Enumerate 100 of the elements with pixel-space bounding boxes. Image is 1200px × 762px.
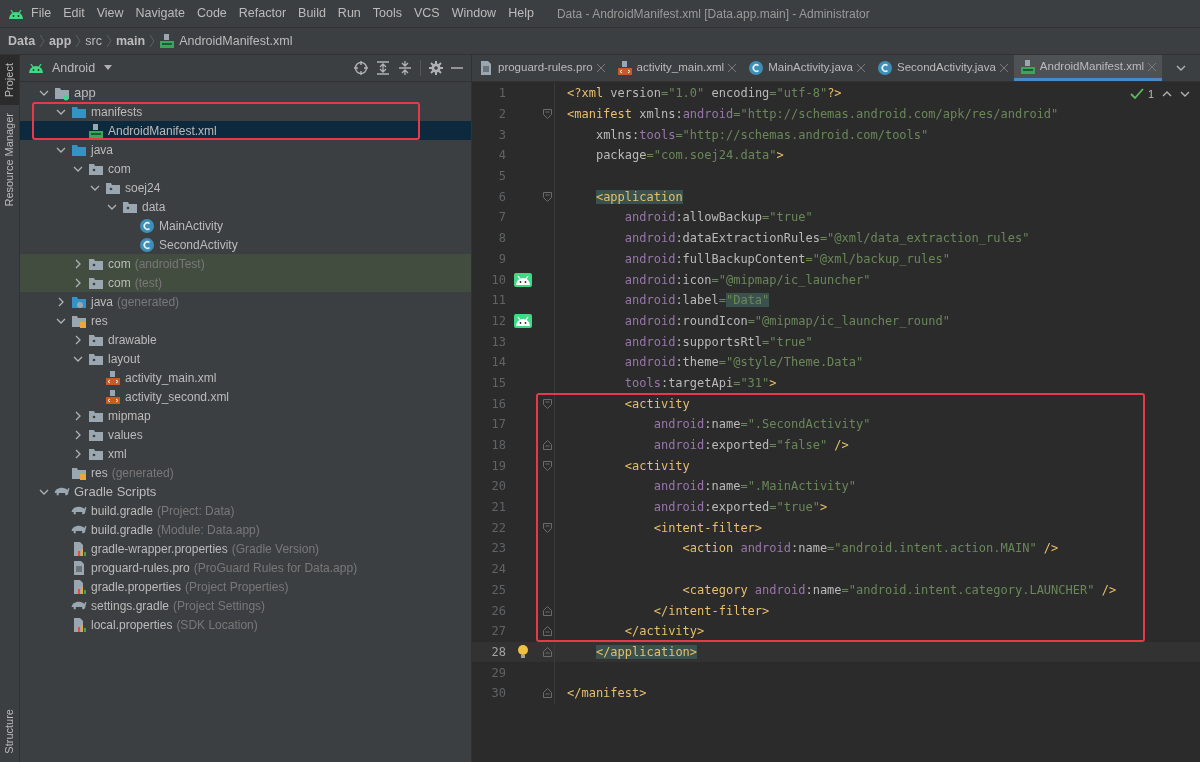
tree-item-hint: (ProGuard Rules for Data.app) <box>193 559 358 577</box>
tree-item[interactable]: MainActivity <box>20 216 471 235</box>
tree-item-label: com <box>108 274 131 292</box>
tree-item[interactable]: drawable <box>20 330 471 349</box>
chevron-down-icon[interactable] <box>1180 90 1190 99</box>
tree-item[interactable]: proguard-rules.pro (ProGuard Rules for Data.app) <box>20 558 471 577</box>
tree-item[interactable]: res <box>20 311 471 330</box>
menu-item[interactable]: Refactor <box>233 4 292 23</box>
tree-item-label: data <box>142 198 166 216</box>
menu-item[interactable]: VCS <box>409 4 445 23</box>
editor-tab[interactable]: proguard-rules.pro <box>472 55 611 81</box>
code-line: </activity> <box>623 623 705 641</box>
editor-tab[interactable]: AndroidManifest.xml <box>1013 55 1163 81</box>
android-icon[interactable] <box>514 272 532 287</box>
editor-tab[interactable]: SecondActivity.java <box>870 55 1014 81</box>
fold-open-icon[interactable] <box>542 109 552 120</box>
tree-item[interactable]: activity_main.xml <box>20 368 471 387</box>
menu-item[interactable]: File <box>26 4 57 23</box>
close-icon[interactable] <box>856 64 865 72</box>
tree-item[interactable]: SecondActivity <box>20 235 471 254</box>
menu-item[interactable]: Navigate <box>130 4 190 23</box>
fold-open-icon[interactable] <box>542 191 552 202</box>
tree-item[interactable]: data <box>20 197 471 216</box>
tree-item[interactable]: mipmap <box>20 406 471 425</box>
view-selector[interactable]: Android <box>52 58 96 78</box>
checkmark-icon[interactable] <box>1129 88 1144 101</box>
breadcrumb-item[interactable]: Data <box>8 31 36 51</box>
menu-item[interactable]: Edit <box>58 4 90 23</box>
code-line: package="com.soej24.data"> <box>594 147 784 165</box>
breadcrumb-item[interactable]: main <box>116 31 146 51</box>
fold-close-icon[interactable] <box>542 605 552 616</box>
fold-close-icon[interactable] <box>542 688 552 699</box>
tree-item[interactable]: build.gradle (Module: Data.app) <box>20 520 471 539</box>
tree-item[interactable]: xml <box>20 444 471 463</box>
tree-item[interactable]: values <box>20 425 471 444</box>
properties-file-icon <box>71 540 87 557</box>
chevron-right-icon[interactable] <box>56 296 66 307</box>
class-icon <box>876 60 893 76</box>
chevron-right-icon[interactable] <box>73 410 83 421</box>
tree-item[interactable]: manifests <box>20 102 471 121</box>
chevron-right-icon[interactable] <box>73 258 83 269</box>
tree-item[interactable]: com <box>20 159 471 178</box>
dropdown-icon[interactable] <box>103 65 114 71</box>
editor-tab[interactable]: MainActivity.java <box>742 55 871 81</box>
breadcrumb-item[interactable]: src <box>85 31 102 51</box>
tree-item[interactable]: build.gradle (Project: Data) <box>20 501 471 520</box>
settings-icon[interactable] <box>429 61 443 75</box>
menu-item[interactable]: Tools <box>367 4 407 23</box>
fold-open-icon[interactable] <box>542 460 552 471</box>
chevron-right-icon[interactable] <box>73 448 83 459</box>
code-line: android:allowBackup="true" <box>623 209 813 227</box>
android-icon[interactable] <box>514 313 532 328</box>
tree-item[interactable]: app <box>20 83 471 102</box>
tree-item[interactable]: res (generated) <box>20 463 471 482</box>
line-number: 27 <box>490 623 506 641</box>
tree-item[interactable]: gradle.properties (Project Properties) <box>20 577 471 596</box>
tree-item-hint: (Project Settings) <box>173 597 266 615</box>
tree-item[interactable]: layout <box>20 349 471 368</box>
lightbulb-icon[interactable] <box>517 643 529 660</box>
fold-close-icon[interactable] <box>542 626 552 637</box>
line-number: 16 <box>490 395 506 413</box>
menu-item[interactable]: Window <box>446 4 502 23</box>
close-icon[interactable] <box>596 64 605 72</box>
tool-window-tab[interactable]: Resource Manager <box>0 105 19 215</box>
tree-item[interactable]: com (test) <box>20 273 471 292</box>
chevron-right-icon[interactable] <box>73 277 83 288</box>
tree-item[interactable]: java (generated) <box>20 292 471 311</box>
locate-icon[interactable] <box>354 61 368 75</box>
chevron-down-icon[interactable] <box>1176 64 1186 72</box>
fold-open-icon[interactable] <box>542 522 552 533</box>
collapse-all-icon[interactable] <box>398 61 412 75</box>
chevron-right-icon[interactable] <box>73 429 83 440</box>
tree-item[interactable]: activity_second.xml <box>20 387 471 406</box>
chevron-up-icon[interactable] <box>1162 90 1172 99</box>
tree-item[interactable]: Gradle Scripts <box>20 482 471 501</box>
tool-window-tab[interactable]: Project <box>0 55 19 106</box>
fold-close-icon[interactable] <box>542 440 552 451</box>
menu-item[interactable]: Run <box>332 4 366 23</box>
close-icon[interactable] <box>728 64 737 72</box>
breadcrumb-item[interactable]: app <box>49 31 72 51</box>
tree-item[interactable]: settings.gradle (Project Settings) <box>20 596 471 615</box>
fold-open-icon[interactable] <box>542 398 552 409</box>
tree-item[interactable]: local.properties (SDK Location) <box>20 615 471 634</box>
tree-item[interactable]: soej24 <box>20 178 471 197</box>
tree-item[interactable]: java <box>20 140 471 159</box>
menu-item[interactable]: Build <box>293 4 331 23</box>
tree-item[interactable]: gradle-wrapper.properties (Gradle Version) <box>20 539 471 558</box>
editor-tab[interactable]: activity_main.xml <box>610 55 743 81</box>
breadcrumb-item[interactable]: AndroidManifest.xml <box>179 31 293 51</box>
close-icon[interactable] <box>999 64 1008 72</box>
fold-close-icon[interactable] <box>542 646 552 657</box>
tool-window-tab[interactable]: Structure <box>0 701 19 762</box>
chevron-right-icon[interactable] <box>73 334 83 345</box>
tree-item[interactable]: com (androidTest) <box>20 254 471 273</box>
menu-item[interactable]: View <box>91 4 129 23</box>
tree-item-label: Gradle Scripts <box>74 482 157 501</box>
tree-item[interactable]: AndroidManifest.xml <box>20 121 471 140</box>
expand-all-icon[interactable] <box>376 61 390 75</box>
menu-item[interactable]: Code <box>191 4 232 23</box>
menu-item[interactable]: Help <box>503 4 539 23</box>
